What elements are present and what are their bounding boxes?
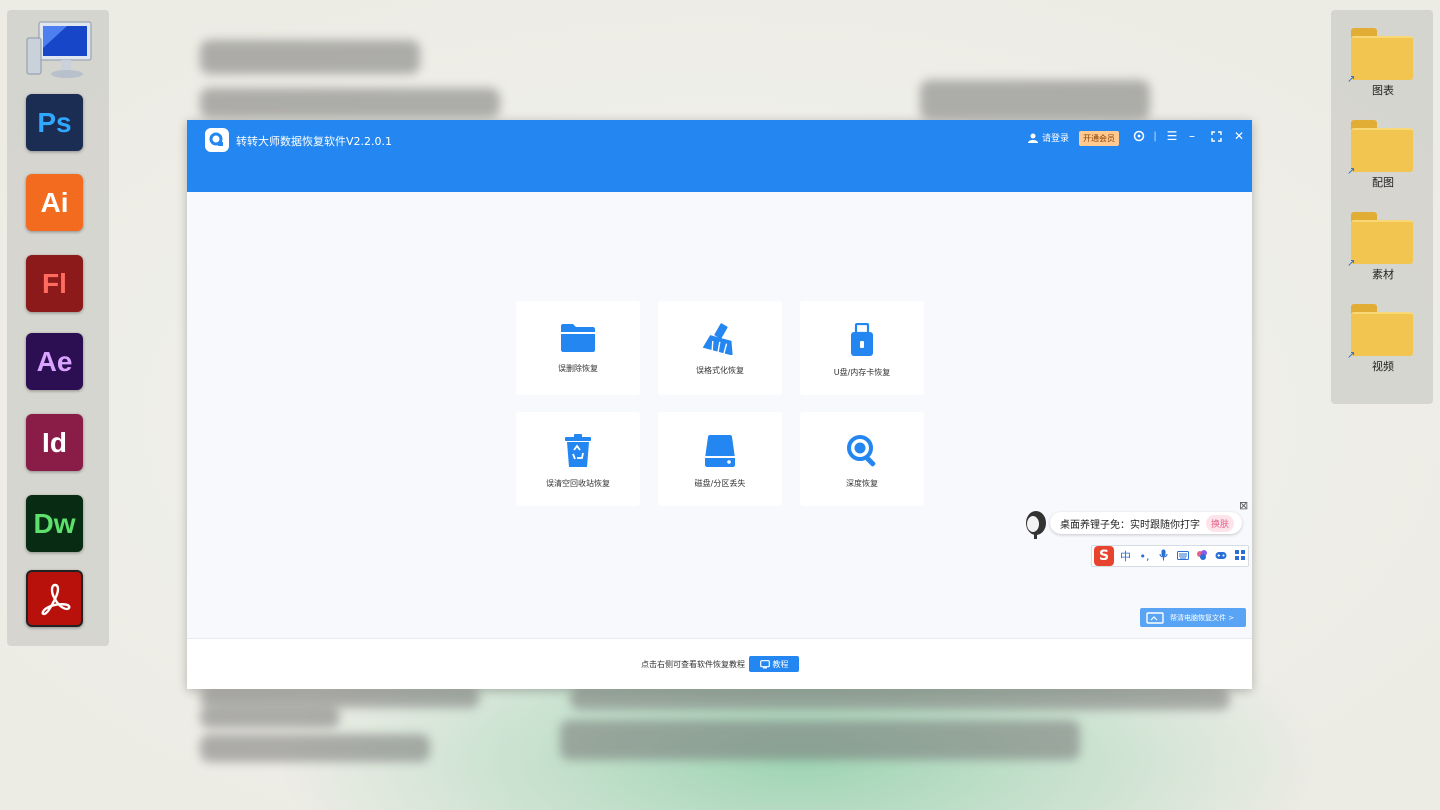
ime-language-toggle[interactable]: 中 (1118, 548, 1133, 564)
user-icon (1028, 133, 1038, 143)
card-label: 误删除恢复 (558, 364, 598, 373)
folder-label: 素材 (1372, 268, 1394, 281)
folder-charts[interactable]: ↗ 图表 (1347, 22, 1417, 100)
side-recovery-button[interactable]: 帮清电脑恢复文件 > (1140, 608, 1246, 627)
folder-images[interactable]: ↗ 配图 (1347, 114, 1417, 192)
card-label: 误格式化恢复 (696, 366, 744, 375)
background-blur (200, 88, 500, 118)
card-disk-partition-loss[interactable]: 磁盘/分区丢失 (658, 412, 782, 506)
login-label: 请登录 (1042, 134, 1070, 144)
mascot-icon (1026, 511, 1046, 539)
ime-tip-text: 桌面养锂子免：实时跟随你打字 (1060, 519, 1200, 531)
flash-icon[interactable]: Fl (26, 255, 83, 312)
usb-drive-icon (851, 323, 873, 356)
magnifier-icon (847, 435, 876, 467)
recycle-bin-icon (565, 434, 591, 467)
card-deleted-recovery[interactable]: 误删除恢复 (516, 301, 640, 395)
indesign-icon[interactable]: Id (26, 414, 83, 471)
background-blur (200, 40, 420, 74)
hard-disk-icon (705, 435, 735, 467)
right-dock: ↗ 图表 ↗ 配图 ↗ 素材 ↗ 视频 (1331, 10, 1433, 404)
dreamweaver-icon[interactable]: Dw (26, 495, 83, 552)
card-usb-recovery[interactable]: U盘/内存卡恢复 (800, 301, 924, 395)
app-window: 转转大师数据恢复软件V2.2.0.1 请登录 开通会员 | ☰ – ✕ 误删除恢… (187, 120, 1252, 689)
microphone-icon[interactable] (1156, 549, 1171, 564)
gamepad-icon[interactable] (1213, 550, 1228, 563)
side-button-label: 帮清电脑恢复文件 > (1170, 613, 1235, 622)
background-blur (570, 688, 1230, 710)
folder-materials[interactable]: ↗ 素材 (1347, 206, 1417, 284)
card-label: 误清空回收站恢复 (546, 479, 610, 488)
login-button[interactable]: 请登录 (1028, 131, 1069, 144)
toolbox-grid-icon[interactable] (1232, 549, 1247, 563)
ime-skin-button[interactable]: 换肤 (1206, 514, 1235, 532)
after-effects-icon[interactable]: Ae (26, 333, 83, 390)
background-blur (200, 688, 480, 708)
folder-icon (561, 324, 595, 352)
card-label: U盘/内存卡恢复 (833, 368, 891, 377)
photoshop-icon[interactable]: Ps (26, 94, 83, 151)
acrobat-icon[interactable] (26, 570, 83, 627)
folder-label: 配图 (1372, 176, 1394, 189)
ime-toolbar: S 中 •, (1091, 545, 1249, 567)
card-label: 深度恢复 (846, 479, 878, 488)
broom-icon (702, 323, 733, 355)
monitor-icon (1146, 611, 1164, 624)
folder-label: 视频 (1372, 360, 1394, 373)
maximize-icon[interactable] (1208, 128, 1224, 144)
footer-hint: 点击右侧可查看软件恢复教程 (641, 660, 745, 669)
background-blur (560, 720, 1080, 760)
main-content: 误删除恢复 误格式化恢复 U盘/内存卡恢复 误清空回收站恢复 磁盘/分区丢失 深… (187, 192, 1252, 638)
tutorial-button[interactable]: 教程 (749, 656, 799, 672)
card-recycle-bin-recovery[interactable]: 误清空回收站恢复 (516, 412, 640, 506)
skin-palette-icon[interactable] (1194, 549, 1209, 564)
computer-icon[interactable] (23, 18, 95, 80)
folder-label: 图表 (1372, 84, 1394, 97)
illustrator-icon[interactable]: Ai (26, 174, 83, 231)
minimize-icon[interactable]: – (1184, 128, 1200, 144)
folder-videos[interactable]: ↗ 视频 (1347, 298, 1417, 376)
app-logo-icon (205, 128, 229, 152)
background-blur (200, 734, 430, 762)
ime-tip-bubble[interactable]: 桌面养锂子免：实时跟随你打字 换肤 (1050, 512, 1242, 534)
vip-button[interactable]: 开通会员 (1079, 131, 1119, 146)
background-blur (200, 706, 340, 728)
sogou-logo-icon[interactable]: S (1094, 546, 1114, 566)
left-dock: Ps Ai Fl Ae Id Dw (7, 10, 109, 646)
tutorial-label: 教程 (772, 659, 789, 669)
card-label: 磁盘/分区丢失 (694, 479, 746, 488)
app-title: 转转大师数据恢复软件V2.2.0.1 (236, 135, 393, 148)
separator: | (1153, 130, 1157, 142)
menu-icon[interactable]: ☰ (1164, 128, 1180, 144)
close-icon[interactable]: ✕ (1231, 128, 1247, 144)
footer-bar: 点击右侧可查看软件恢复教程 教程 (187, 638, 1252, 689)
keyboard-icon[interactable] (1175, 550, 1190, 563)
ime-punctuation-toggle[interactable]: •, (1137, 550, 1152, 563)
tutorial-icon (759, 659, 770, 668)
background-blur (920, 80, 1150, 120)
ime-tip: 桌面养锂子免：实时跟随你打字 换肤 (1022, 509, 1242, 539)
card-deep-recovery[interactable]: 深度恢复 (800, 412, 924, 506)
support-icon[interactable] (1131, 128, 1147, 144)
card-format-recovery[interactable]: 误格式化恢复 (658, 301, 782, 395)
title-bar: 转转大师数据恢复软件V2.2.0.1 请登录 开通会员 | ☰ – ✕ (187, 120, 1252, 192)
